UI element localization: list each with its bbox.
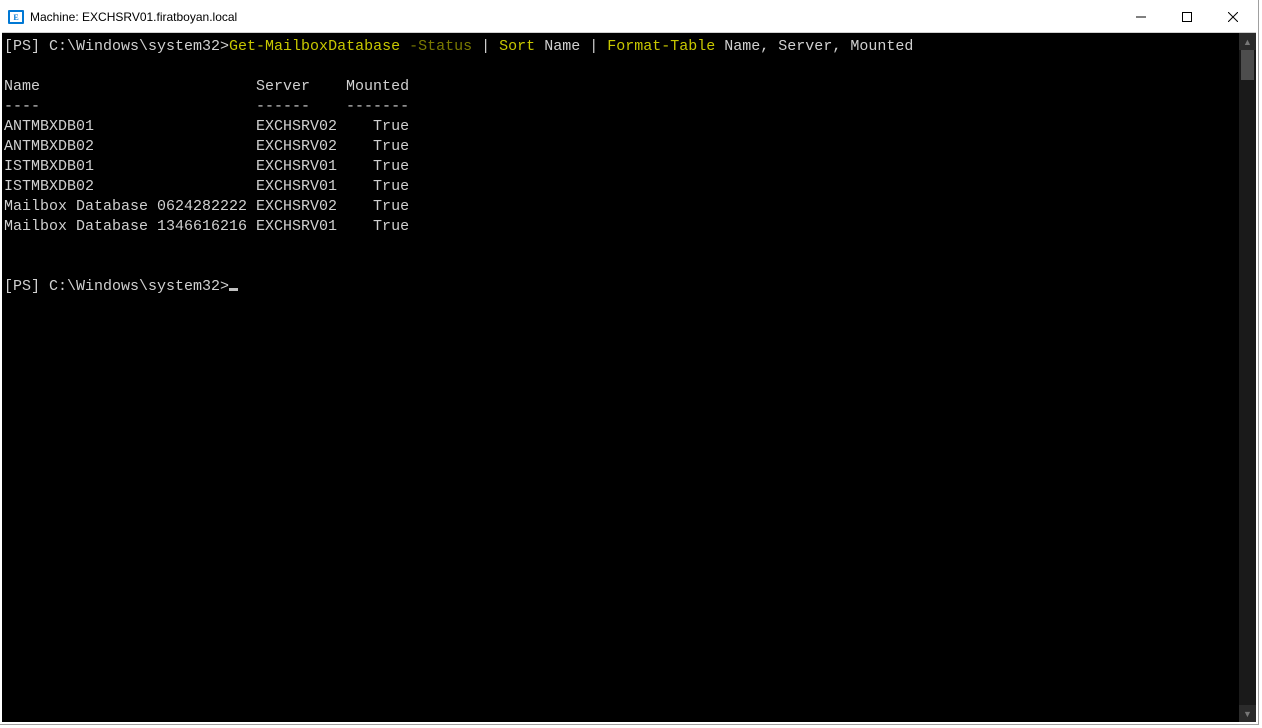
app-window: E Machine: EXCHSRV01.firatboyan.local [P… bbox=[0, 0, 1258, 724]
scrollbar[interactable]: ▲ ▼ bbox=[1238, 33, 1256, 722]
scroll-down-icon[interactable]: ▼ bbox=[1239, 705, 1256, 722]
terminal-area: [PS] C:\Windows\system32>Get-MailboxData… bbox=[2, 33, 1256, 722]
minimize-button[interactable] bbox=[1118, 2, 1164, 32]
terminal-output[interactable]: [PS] C:\Windows\system32>Get-MailboxData… bbox=[2, 33, 1238, 722]
maximize-button[interactable] bbox=[1164, 2, 1210, 32]
minimize-icon bbox=[1136, 12, 1146, 22]
scroll-thumb[interactable] bbox=[1241, 50, 1254, 80]
app-icon: E bbox=[8, 9, 24, 25]
scroll-track[interactable] bbox=[1239, 50, 1256, 705]
titlebar[interactable]: E Machine: EXCHSRV01.firatboyan.local bbox=[2, 2, 1256, 33]
svg-text:E: E bbox=[13, 13, 18, 22]
cursor bbox=[229, 288, 238, 291]
close-button[interactable] bbox=[1210, 2, 1256, 32]
scroll-up-icon[interactable]: ▲ bbox=[1239, 33, 1256, 50]
maximize-icon bbox=[1182, 12, 1192, 22]
window-title: Machine: EXCHSRV01.firatboyan.local bbox=[30, 10, 237, 24]
close-icon bbox=[1228, 12, 1238, 22]
